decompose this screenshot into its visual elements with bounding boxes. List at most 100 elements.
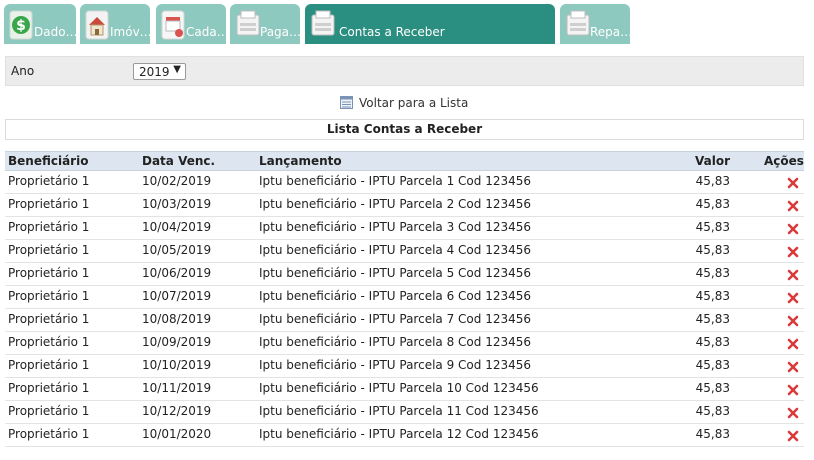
tab-label: Repa… <box>590 25 630 39</box>
cash-register-icon <box>566 10 590 36</box>
back-link-label: Voltar para a Lista <box>359 96 469 110</box>
tab-label: Dado… <box>34 25 76 39</box>
lancamento-cell: Iptu beneficiário - IPTU Parcela 11 Cod … <box>259 404 539 418</box>
due-date-cell: 10/07/2019 <box>142 289 212 303</box>
year-label: Ano <box>11 64 35 78</box>
lancamento-cell: Iptu beneficiário - IPTU Parcela 4 Cod 1… <box>259 243 531 257</box>
tab-label: Cada… <box>186 25 226 39</box>
beneficiario-cell: Proprietário 1 <box>8 243 90 257</box>
year-select-value: 2019 <box>139 65 170 79</box>
beneficiario-cell: Proprietário 1 <box>8 427 90 441</box>
header-beneficiario: Beneficiário <box>8 154 89 168</box>
delete-x-icon[interactable] <box>787 223 799 235</box>
tab-imoveis[interactable]: Imóv… <box>80 4 150 44</box>
valor-cell: 45,83 <box>695 243 730 257</box>
tab-bar: $ Dado… Imóv… Cada… Paga… Contas a Receb… <box>4 4 810 44</box>
beneficiario-cell: Proprietário 1 <box>8 174 90 188</box>
lancamento-cell: Iptu beneficiário - IPTU Parcela 6 Cod 1… <box>259 289 531 303</box>
beneficiario-cell: Proprietário 1 <box>8 266 90 280</box>
lancamento-cell: Iptu beneficiário - IPTU Parcela 5 Cod 1… <box>259 266 531 280</box>
due-date-cell: 10/10/2019 <box>142 358 212 372</box>
table-row: Proprietário 1 10/08/2019 Iptu beneficiári… <box>5 309 804 332</box>
year-select[interactable]: 2019 ▼ <box>133 63 186 80</box>
beneficiario-cell: Proprietário 1 <box>8 220 90 234</box>
table-row: Proprietário 1 10/09/2019 Iptu beneficiári… <box>5 332 804 355</box>
lancamento-cell: Iptu beneficiário - IPTU Parcela 12 Cod … <box>259 427 539 441</box>
header-valor: Valor <box>694 154 730 168</box>
tab-cadastro[interactable]: Cada… <box>156 4 226 44</box>
cash-register-icon <box>311 10 335 36</box>
valor-cell: 45,83 <box>695 289 730 303</box>
valor-cell: 45,83 <box>695 358 730 372</box>
list-icon <box>340 96 353 109</box>
delete-x-icon[interactable] <box>787 361 799 373</box>
tab-pagar[interactable]: Paga… <box>230 4 300 44</box>
header-acoes: Ações <box>764 154 804 168</box>
header-data-venc: Data Venc. <box>142 154 216 168</box>
tab-repasse[interactable]: Repa… <box>560 4 630 44</box>
valor-cell: 45,83 <box>695 427 730 441</box>
valor-cell: 45,83 <box>695 174 730 188</box>
delete-x-icon[interactable] <box>787 338 799 350</box>
lancamento-cell: Iptu beneficiário - IPTU Parcela 10 Cod … <box>259 381 539 395</box>
tab-label: Imóv… <box>110 25 150 39</box>
receivables-table: Beneficiário Data Venc. Lançamento Valor… <box>5 151 804 447</box>
tab-label: Contas a Receber <box>339 25 445 39</box>
beneficiario-cell: Proprietário 1 <box>8 289 90 303</box>
lancamento-cell: Iptu beneficiário - IPTU Parcela 9 Cod 1… <box>259 358 531 372</box>
tab-contas-a-receber[interactable]: Contas a Receber <box>305 4 555 44</box>
lancamento-cell: Iptu beneficiário - IPTU Parcela 1 Cod 1… <box>259 174 531 188</box>
table-row: Proprietário 1 10/01/2020 Iptu beneficiári… <box>5 424 804 447</box>
lancamento-cell: Iptu beneficiário - IPTU Parcela 8 Cod 1… <box>259 335 531 349</box>
table-row: Proprietário 1 10/03/2019 Iptu beneficiári… <box>5 194 804 217</box>
table-header: Beneficiário Data Venc. Lançamento Valor… <box>5 151 804 171</box>
valor-cell: 45,83 <box>695 266 730 280</box>
delete-x-icon[interactable] <box>787 269 799 281</box>
table-row: Proprietário 1 10/10/2019 Iptu beneficiári… <box>5 355 804 378</box>
lancamento-cell: Iptu beneficiário - IPTU Parcela 7 Cod 1… <box>259 312 531 326</box>
lancamento-cell: Iptu beneficiário - IPTU Parcela 2 Cod 1… <box>259 197 531 211</box>
valor-cell: 45,83 <box>695 381 730 395</box>
table-row: Proprietário 1 10/12/2019 Iptu beneficiári… <box>5 401 804 424</box>
tab-dados[interactable]: $ Dado… <box>4 4 76 44</box>
due-date-cell: 10/04/2019 <box>142 220 212 234</box>
beneficiario-cell: Proprietário 1 <box>8 335 90 349</box>
delete-x-icon[interactable] <box>787 200 799 212</box>
due-date-cell: 10/01/2020 <box>142 427 212 441</box>
table-row: Proprietário 1 10/02/2019 Iptu beneficiári… <box>5 171 804 194</box>
dropdown-arrow-icon: ▼ <box>173 64 181 75</box>
due-date-cell: 10/12/2019 <box>142 404 212 418</box>
delete-x-icon[interactable] <box>787 430 799 442</box>
due-date-cell: 10/09/2019 <box>142 335 212 349</box>
delete-x-icon[interactable] <box>787 246 799 258</box>
beneficiario-cell: Proprietário 1 <box>8 312 90 326</box>
table-row: Proprietário 1 10/05/2019 Iptu beneficiári… <box>5 240 804 263</box>
delete-x-icon[interactable] <box>787 384 799 396</box>
valor-cell: 45,83 <box>695 335 730 349</box>
house-icon <box>85 10 109 40</box>
valor-cell: 45,83 <box>695 197 730 211</box>
table-row: Proprietário 1 10/07/2019 Iptu beneficiári… <box>5 286 804 309</box>
cash-register-icon <box>236 10 260 36</box>
delete-x-icon[interactable] <box>787 177 799 189</box>
table-row: Proprietário 1 10/04/2019 Iptu beneficiári… <box>5 217 804 240</box>
table-row: Proprietário 1 10/06/2019 Iptu beneficiári… <box>5 263 804 286</box>
beneficiario-cell: Proprietário 1 <box>8 197 90 211</box>
list-title: Lista Contas a Receber <box>5 119 804 140</box>
tab-label: Paga… <box>260 25 300 39</box>
due-date-cell: 10/08/2019 <box>142 312 212 326</box>
lancamento-cell: Iptu beneficiário - IPTU Parcela 3 Cod 1… <box>259 220 531 234</box>
valor-cell: 45,83 <box>695 404 730 418</box>
calendar-icon <box>161 10 185 40</box>
due-date-cell: 10/06/2019 <box>142 266 212 280</box>
year-filter-bar: Ano 2019 ▼ <box>5 56 804 86</box>
valor-cell: 45,83 <box>695 312 730 326</box>
due-date-cell: 10/02/2019 <box>142 174 212 188</box>
delete-x-icon[interactable] <box>787 407 799 419</box>
due-date-cell: 10/05/2019 <box>142 243 212 257</box>
svg-text:$: $ <box>16 18 26 34</box>
due-date-cell: 10/03/2019 <box>142 197 212 211</box>
delete-x-icon[interactable] <box>787 292 799 304</box>
beneficiario-cell: Proprietário 1 <box>8 404 90 418</box>
delete-x-icon[interactable] <box>787 315 799 327</box>
